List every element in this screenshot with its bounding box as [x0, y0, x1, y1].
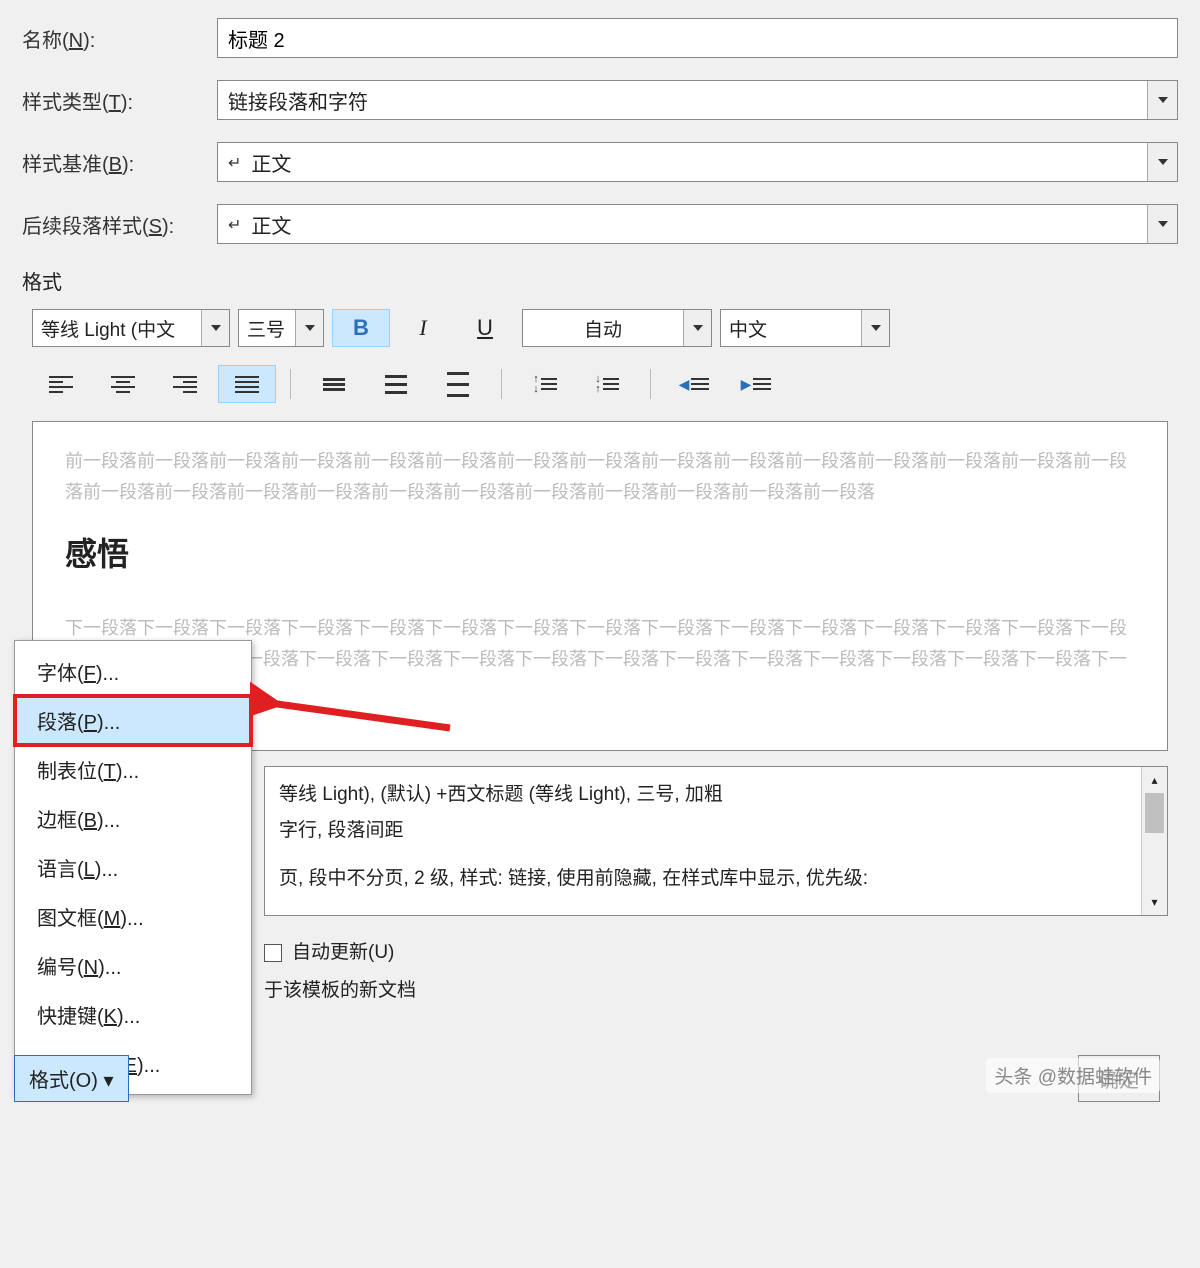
menu-item-numbering[interactable]: 编号(N)...	[15, 941, 251, 990]
following-style-combo[interactable]: 正文	[217, 204, 1178, 244]
preview-heading: 感悟	[65, 529, 1135, 575]
style-description: 等线 Light), (默认) +西文标题 (等线 Light), 三号, 加粗…	[264, 766, 1168, 916]
font-color-combo[interactable]: 自动	[522, 309, 712, 347]
line-spacing-1-button[interactable]	[305, 365, 363, 403]
bold-button[interactable]: B	[332, 309, 390, 347]
chevron-down-icon[interactable]	[1147, 143, 1177, 181]
format-button[interactable]: 格式(O) ▾	[14, 1055, 129, 1102]
watermark: 头条 @数据蛙软件	[986, 1058, 1160, 1093]
font-size-combo[interactable]: 三号	[238, 309, 324, 347]
space-after-button[interactable]: ↓↑	[578, 365, 636, 403]
menu-item-border[interactable]: 边框(B)...	[15, 794, 251, 843]
following-style-label: 后续段落样式(S):	[22, 210, 217, 239]
style-type-combo[interactable]: 链接段落和字符	[217, 80, 1178, 120]
scrollbar[interactable]: ▴ ▾	[1141, 767, 1167, 915]
format-menu: 字体(F)... 段落(P)... 制表位(T)... 边框(B)... 语言(…	[14, 640, 252, 1095]
language-combo[interactable]: 中文	[720, 309, 890, 347]
space-before-button[interactable]: ↑↓	[516, 365, 574, 403]
decrease-indent-button[interactable]: ◀	[665, 365, 723, 403]
chevron-down-icon[interactable]	[683, 310, 711, 346]
font-name-combo[interactable]: 等线 Light (中文	[32, 309, 230, 347]
line-spacing-1_5-button[interactable]	[367, 365, 425, 403]
align-left-button[interactable]	[32, 365, 90, 403]
menu-item-frame[interactable]: 图文框(M)...	[15, 892, 251, 941]
checkbox-icon	[264, 944, 282, 962]
chevron-down-icon[interactable]	[1147, 81, 1177, 119]
scroll-thumb[interactable]	[1145, 793, 1164, 833]
chevron-down-icon[interactable]	[861, 310, 889, 346]
chevron-down-icon[interactable]	[1147, 205, 1177, 243]
align-justify-button[interactable]	[218, 365, 276, 403]
chevron-down-icon[interactable]	[295, 310, 323, 346]
menu-item-language[interactable]: 语言(L)...	[15, 843, 251, 892]
underline-button[interactable]: U	[456, 309, 514, 347]
scroll-down-icon[interactable]: ▾	[1142, 889, 1167, 915]
template-docs-checkbox[interactable]: 于该模板的新文档	[264, 972, 1178, 1010]
menu-item-shortcut[interactable]: 快捷键(K)...	[15, 990, 251, 1039]
chevron-down-icon[interactable]	[201, 310, 229, 346]
increase-indent-button[interactable]: ▶	[727, 365, 785, 403]
menu-item-font[interactable]: 字体(F)...	[15, 647, 251, 696]
based-on-label: 样式基准(B):	[22, 148, 217, 177]
based-on-combo[interactable]: 正文	[217, 142, 1178, 182]
format-section-title: 格式	[22, 266, 1178, 295]
auto-update-checkbox[interactable]: 自动更新(U)	[264, 934, 1178, 972]
preview-prev-paragraph: 前一段落前一段落前一段落前一段落前一段落前一段落前一段落前一段落前一段落前一段落…	[65, 446, 1135, 507]
italic-button[interactable]: I	[394, 309, 452, 347]
style-type-label: 样式类型(T):	[22, 86, 217, 115]
line-spacing-2-button[interactable]	[429, 365, 487, 403]
name-label: 名称(N):	[22, 24, 217, 53]
menu-item-paragraph[interactable]: 段落(P)...	[15, 696, 251, 745]
name-input[interactable]	[217, 18, 1178, 58]
align-center-button[interactable]	[94, 365, 152, 403]
align-right-button[interactable]	[156, 365, 214, 403]
scroll-up-icon[interactable]: ▴	[1142, 767, 1167, 793]
menu-item-tabs[interactable]: 制表位(T)...	[15, 745, 251, 794]
